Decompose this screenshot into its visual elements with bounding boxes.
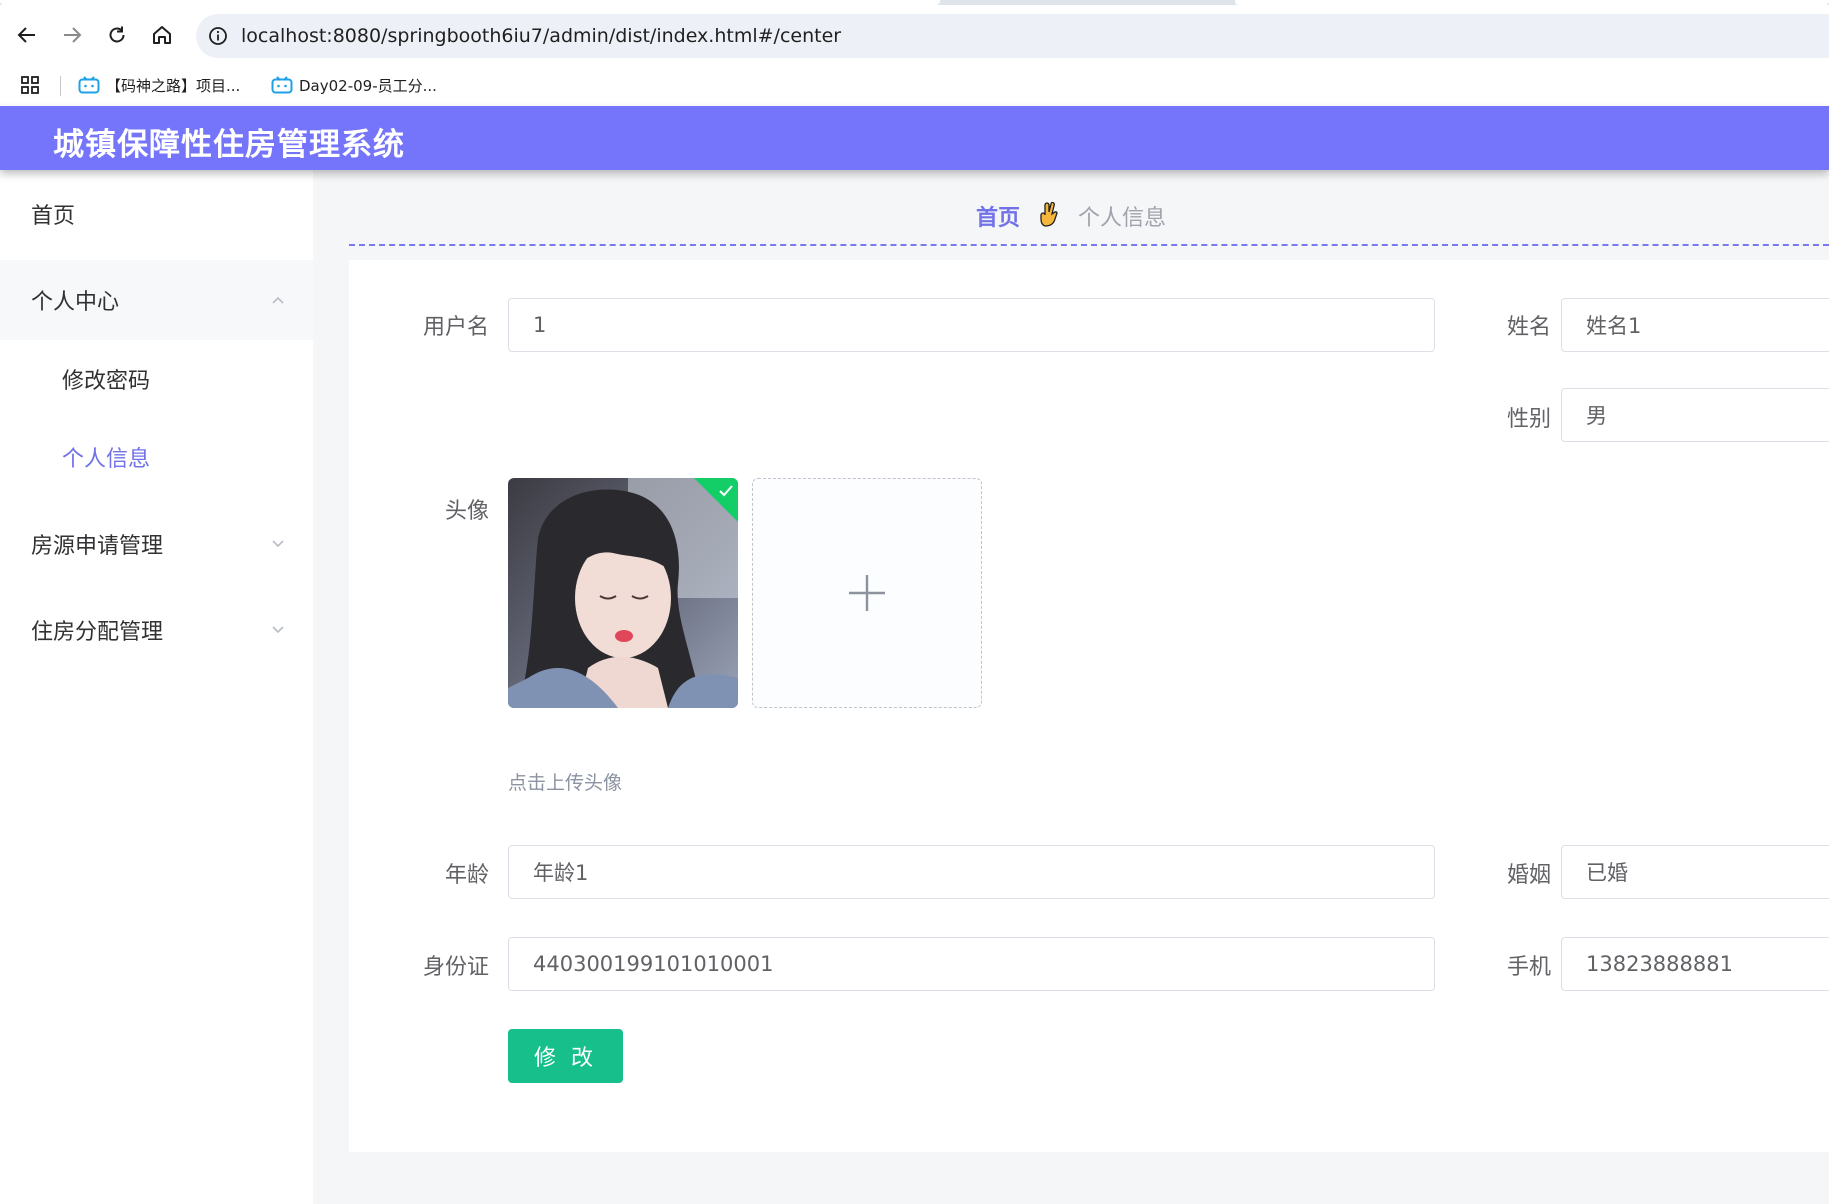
name-input[interactable]: 姓名1: [1561, 298, 1829, 352]
url-bar[interactable]: localhost:8080/springbooth6iu7/admin/dis…: [196, 14, 1829, 58]
app-header: 城镇保障性住房管理系统: [0, 106, 1829, 170]
name-label: 姓名: [1506, 315, 1551, 340]
sidebar-item-personal-center[interactable]: 个人中心: [0, 260, 313, 340]
bilibili-icon: [78, 76, 100, 94]
sidebar-item-label: 首页: [31, 203, 76, 229]
app-title: 城镇保障性住房管理系统: [53, 127, 405, 163]
breadcrumb: 首页 个人信息: [313, 200, 1829, 234]
avatar-label: 头像: [444, 499, 489, 524]
sidebar-item-label: 个人中心: [31, 290, 120, 315]
age-input[interactable]: 年龄1: [508, 845, 1435, 899]
hand-icon: [1039, 201, 1059, 234]
bookmark-item[interactable]: 【码神之路】项目...: [78, 71, 240, 99]
idcard-label: 身份证: [422, 955, 489, 980]
bookmarks-bar: 【码神之路】项目... Day02-09-员工分...: [0, 65, 1829, 106]
forward-button[interactable]: [58, 21, 86, 49]
gender-label: 性别: [1506, 407, 1551, 432]
bookmark-divider: [60, 76, 61, 96]
chevron-down-icon: [272, 540, 284, 548]
sidebar-item-home[interactable]: 首页: [0, 170, 313, 257]
form-card: 用户名 1 姓名 姓名1 性别 男 头像 点击上传头像 年龄 年龄1 婚姻 已婚…: [349, 260, 1829, 1152]
age-label: 年龄: [444, 863, 489, 888]
apps-grid-icon: [21, 76, 39, 94]
idcard-input[interactable]: 440300199101010001: [508, 937, 1435, 991]
breadcrumb-home[interactable]: 首页: [976, 206, 1020, 231]
site-info-icon[interactable]: [208, 26, 228, 46]
sidebar-item-housing-allocation[interactable]: 住房分配管理: [0, 590, 313, 670]
avatar-image[interactable]: [508, 478, 738, 708]
upload-hint: 点击上传头像: [508, 772, 623, 794]
gender-select[interactable]: 男: [1561, 388, 1829, 442]
phone-input[interactable]: 13823888881: [1561, 937, 1829, 991]
sidebar-item-label: 个人信息: [62, 447, 151, 472]
sidebar-item-label: 房源申请管理: [31, 534, 164, 559]
breadcrumb-current: 个人信息: [1078, 206, 1167, 231]
bilibili-icon: [271, 76, 293, 94]
sidebar-item-housing-application[interactable]: 房源申请管理: [0, 504, 313, 584]
address-bar-row: localhost:8080/springbooth6iu7/admin/dis…: [0, 5, 1829, 65]
submit-button[interactable]: 修 改: [508, 1029, 623, 1083]
home-button[interactable]: [148, 21, 176, 49]
chevron-up-icon: [272, 296, 284, 304]
sidebar-item-change-password[interactable]: 修改密码: [0, 340, 313, 418]
home-icon: [153, 26, 171, 44]
chevron-down-icon: [272, 626, 284, 634]
breadcrumb-divider: [349, 244, 1829, 246]
bookmark-item[interactable]: Day02-09-员工分...: [271, 71, 437, 99]
reload-button[interactable]: [103, 21, 131, 49]
bookmark-label: 【码神之路】项目...: [106, 76, 241, 95]
back-arrow-icon: [17, 27, 35, 43]
avatar-upload-button[interactable]: [752, 478, 982, 708]
sidebar-item-label: 修改密码: [62, 369, 151, 394]
forward-arrow-icon: [64, 27, 82, 43]
username-label: 用户名: [422, 315, 489, 340]
url-text[interactable]: localhost:8080/springbooth6iu7/admin/dis…: [241, 25, 841, 47]
marriage-select[interactable]: 已婚: [1561, 845, 1829, 899]
sidebar: 首页 个人中心 修改密码 个人信息 房源申请管理 住房分配管理: [0, 170, 313, 1204]
phone-label: 手机: [1506, 955, 1551, 980]
marriage-label: 婚姻: [1506, 863, 1551, 888]
username-input[interactable]: 1: [508, 298, 1435, 352]
plus-icon: [849, 575, 885, 611]
apps-grid-button[interactable]: [20, 71, 40, 99]
check-icon: [719, 485, 733, 497]
reload-icon: [109, 26, 125, 43]
sidebar-item-personal-info[interactable]: 个人信息: [0, 418, 313, 496]
back-button[interactable]: [13, 21, 41, 49]
bookmark-label: Day02-09-员工分...: [299, 76, 437, 95]
sidebar-item-label: 住房分配管理: [31, 620, 164, 645]
